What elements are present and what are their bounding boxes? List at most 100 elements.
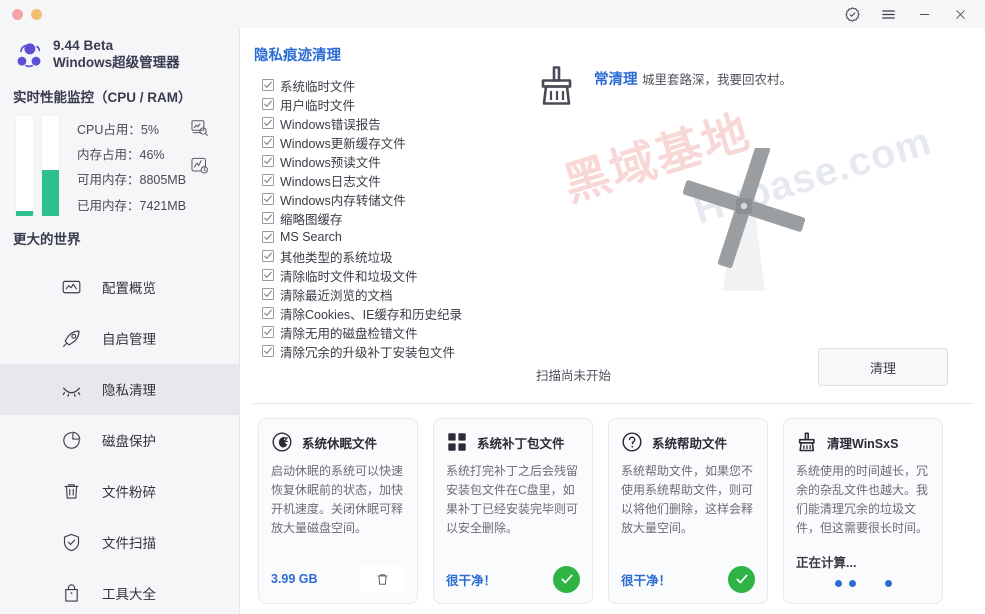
feature-card[interactable]: 系统休眠文件 启动休眠的系统可以快速恢复休眠前的状态，加快开机速度。关闭休眠可释放… xyxy=(258,418,418,604)
checkbox-checked-icon[interactable] xyxy=(262,136,274,148)
checkbox-checked-icon[interactable] xyxy=(262,98,274,110)
sidebar-item-disk-protect[interactable]: 磁盘保护 xyxy=(0,415,239,466)
checkbox-checked-icon[interactable] xyxy=(262,79,274,91)
card-footer: 很干净！ xyxy=(621,565,755,593)
checklist-item-label: 用户临时文件 xyxy=(280,98,356,113)
sidebar-item-label: 自启管理 xyxy=(102,332,156,348)
card-description: 启动休眠的系统可以快速恢复休眠前的状态，加快开机速度。关闭休眠可释放大量磁盘空间… xyxy=(271,464,404,535)
windows-squares-icon xyxy=(446,431,468,453)
checklist-row[interactable]: 清除无用的磁盘检错文件 xyxy=(262,323,462,341)
trash-icon xyxy=(60,480,82,502)
checklist-item-label: 清除无用的磁盘检错文件 xyxy=(280,326,418,341)
perf-ram-available: 可用内存：8805MB xyxy=(77,173,187,188)
sidebar-item-tools[interactable]: 工具大全 xyxy=(0,568,239,614)
card-status-text: 正在计算... xyxy=(796,556,857,570)
clean-button[interactable]: 清理 xyxy=(818,348,948,386)
checklist-row[interactable]: 系统临时文件 xyxy=(262,76,462,94)
checkbox-checked-icon[interactable] xyxy=(262,193,274,205)
sidebar-item-config-overview[interactable]: 配置概览 xyxy=(0,262,239,313)
bag-icon xyxy=(60,582,82,604)
performance-chart-icon[interactable] xyxy=(190,156,209,180)
broom-small-icon xyxy=(796,431,818,453)
card-title: 系统补丁包文件 xyxy=(477,436,565,451)
minimize-dot[interactable] xyxy=(31,8,42,20)
sidebar-item-label: 工具大全 xyxy=(102,587,156,603)
card-header: 系统补丁包文件 xyxy=(446,431,580,453)
card-delete-button[interactable] xyxy=(359,566,405,592)
checklist-row[interactable]: Windows内存转储文件 xyxy=(262,190,462,208)
checklist-row[interactable]: MS Search xyxy=(262,228,462,246)
perf-stats: CPU占用：5% 内存占用：46% 可用内存：8805MB 已用内存：7421M… xyxy=(77,116,186,216)
checklist-row[interactable]: 清除Cookies、IE缓存和历史纪录 xyxy=(262,304,462,322)
card-value: 很干净！ xyxy=(621,573,672,588)
clean-panel-header: 常清理 城里套路深，我要回农村。 xyxy=(536,64,792,110)
sidebar-item-label: 隐私清理 xyxy=(102,383,156,399)
feature-card[interactable]: 清理WinSxS 系统使用的时间越长，冗余的杂乱文件也越大。我们能清理冗余的垃圾文… xyxy=(783,418,943,604)
checkbox-checked-icon[interactable] xyxy=(262,326,274,338)
checklist-row[interactable]: 清除冗余的升级补丁安装包文件 xyxy=(262,342,462,360)
brand: 9.44 Beta Windows超级管理器 xyxy=(0,28,239,72)
checkbox-checked-icon[interactable] xyxy=(262,174,274,186)
feature-card-list: 系统休眠文件 启动休眠的系统可以快速恢复休眠前的状态，加快开机速度。关闭休眠可释放… xyxy=(258,418,975,604)
feature-card[interactable]: 系统补丁包文件 系统打完补丁之后会残留安装包文件在C盘里，如果补丁已经安装完毕则可… xyxy=(433,418,593,604)
checkbox-checked-icon[interactable] xyxy=(262,307,274,319)
sidebar-nav: 配置概览 自启管理 隐私清理 磁盘保护 文件粉碎 文件扫描 工具大全 xyxy=(0,262,239,614)
sidebar-item-file-shred[interactable]: 文件粉碎 xyxy=(0,466,239,517)
sidebar-item-label: 配置概览 xyxy=(102,281,156,297)
title-bar xyxy=(0,0,985,28)
card-value: 3.99 GB xyxy=(271,572,318,586)
sidebar-item-label: 文件粉碎 xyxy=(102,485,156,501)
checklist-row[interactable]: 缩略图缓存 xyxy=(262,209,462,227)
app-logo-icon xyxy=(14,40,44,70)
window-traffic-lights xyxy=(0,8,42,20)
checklist-item-label: 清除最近浏览的文档 xyxy=(280,288,393,303)
checkbox-checked-icon[interactable] xyxy=(262,212,274,224)
checkbox-checked-icon[interactable] xyxy=(262,269,274,281)
checkbox-checked-icon[interactable] xyxy=(262,231,274,243)
checklist-row[interactable]: 清除临时文件和垃圾文件 xyxy=(262,266,462,284)
sidebar-item-startup-manage[interactable]: 自启管理 xyxy=(0,313,239,364)
perf-cpu-usage: CPU占用：5% xyxy=(77,122,159,137)
checklist-row[interactable]: Windows错误报告 xyxy=(262,114,462,132)
page-title: 隐私痕迹清理 xyxy=(254,48,341,64)
checkbox-checked-icon[interactable] xyxy=(262,345,274,357)
monitor-chart-icon xyxy=(60,276,82,298)
checkbox-checked-icon[interactable] xyxy=(262,155,274,167)
check-circle-icon xyxy=(728,565,755,593)
main-content: 隐私痕迹清理 黑域基地 Hybase.com 系统临时文件 用户临时文件 Windo… xyxy=(240,28,985,614)
menu-icon[interactable] xyxy=(873,1,903,27)
sidebar-item-file-scan[interactable]: 文件扫描 xyxy=(0,517,239,568)
app-window: 9.44 Beta Windows超级管理器 实时性能监控（CPU / RAM）… xyxy=(0,0,985,614)
performance-report-icon[interactable] xyxy=(190,118,209,142)
card-title: 清理WinSxS xyxy=(827,436,899,451)
checklist-item-label: Windows更新缓存文件 xyxy=(280,136,406,151)
minimize-icon[interactable] xyxy=(909,1,939,27)
perf-bars xyxy=(16,115,59,216)
section-divider xyxy=(252,403,973,404)
checklist-item-label: 缩略图缓存 xyxy=(280,212,343,227)
perf-monitor-title: 实时性能监控（CPU / RAM） xyxy=(13,89,192,105)
clean-panel-title: 常清理 xyxy=(594,72,638,88)
card-title: 系统帮助文件 xyxy=(652,436,728,451)
checkbox-checked-icon[interactable] xyxy=(262,117,274,129)
checklist-row[interactable]: Windows日志文件 xyxy=(262,171,462,189)
checklist-row[interactable]: 其他类型的系统垃圾 xyxy=(262,247,462,265)
checklist-row[interactable]: 用户临时文件 xyxy=(262,95,462,113)
close-icon[interactable] xyxy=(945,1,975,27)
verified-badge-icon[interactable] xyxy=(837,1,867,27)
sidebar-item-privacy-clean[interactable]: 隐私清理 xyxy=(0,363,239,415)
loading-dots-icon xyxy=(796,573,930,593)
card-description: 系统使用的时间越长，冗余的杂乱文件也越大。我们能清理冗余的垃圾文件，但这需要很长… xyxy=(796,464,929,535)
card-value: 很干净！ xyxy=(446,573,497,588)
checklist-row[interactable]: Windows预读文件 xyxy=(262,152,462,170)
checklist-item-label: 清除临时文件和垃圾文件 xyxy=(280,269,418,284)
close-dot[interactable] xyxy=(12,8,23,20)
checklist-row[interactable]: 清除最近浏览的文档 xyxy=(262,285,462,303)
checklist-row[interactable]: Windows更新缓存文件 xyxy=(262,133,462,151)
checkbox-checked-icon[interactable] xyxy=(262,288,274,300)
checklist-item-label: Windows预读文件 xyxy=(280,155,381,170)
shield-check-icon xyxy=(60,531,82,553)
sidebar: 9.44 Beta Windows超级管理器 实时性能监控（CPU / RAM）… xyxy=(0,28,240,614)
feature-card[interactable]: 系统帮助文件 系统帮助文件，如果您不使用系统帮助文件，则可以将他们删除，这样会释放… xyxy=(608,418,768,604)
checkbox-checked-icon[interactable] xyxy=(262,250,274,262)
